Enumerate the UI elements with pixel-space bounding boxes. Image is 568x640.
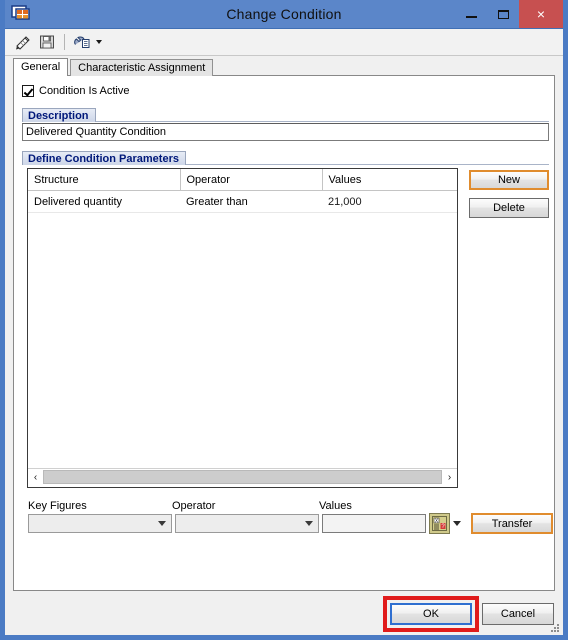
- tab-characteristic-assignment[interactable]: Characteristic Assignment: [70, 59, 214, 76]
- column-header-operator[interactable]: Operator: [180, 169, 323, 191]
- column-header-values[interactable]: Values: [322, 169, 457, 191]
- toolbar: [5, 29, 563, 56]
- chevron-down-icon: [453, 521, 461, 526]
- client-area: General Characteristic Assignment Condit…: [5, 28, 563, 635]
- description-group-rule: [22, 121, 549, 122]
- cell-structure: Delivered quantity: [28, 190, 180, 213]
- key-figures-dropdown[interactable]: [28, 514, 172, 533]
- tab-general[interactable]: General: [13, 58, 69, 76]
- close-button[interactable]: ×: [519, 0, 563, 28]
- scrollbar-thumb[interactable]: [43, 470, 442, 484]
- check-edit-button[interactable]: [11, 31, 35, 53]
- values-label: Values: [319, 500, 352, 512]
- save-icon: [40, 35, 54, 49]
- new-button[interactable]: New: [469, 170, 549, 190]
- table-header-row: Structure Operator Values: [28, 169, 457, 191]
- close-icon: ×: [536, 6, 546, 22]
- values-input[interactable]: [322, 514, 426, 533]
- operator-label: Operator: [172, 500, 216, 512]
- chevron-down-icon: [305, 521, 313, 526]
- scrollbar-track[interactable]: [43, 469, 442, 485]
- key-figures-label: Key Figures: [28, 500, 87, 512]
- minimize-button[interactable]: [455, 0, 487, 28]
- transfer-button[interactable]: Transfer: [471, 513, 553, 534]
- dialog-footer: OK Cancel: [5, 591, 563, 635]
- condition-is-active-label: Condition Is Active: [39, 85, 130, 97]
- tools-chevron-down-icon[interactable]: [96, 40, 102, 44]
- condition-is-active-checkbox[interactable]: [22, 85, 34, 97]
- condition-parameters-table[interactable]: Structure Operator Values Delivered quan…: [27, 168, 458, 488]
- chevron-down-icon: [158, 521, 166, 526]
- dialog-window: Change Condition × General Characteristi…: [0, 0, 568, 640]
- maximize-icon: [497, 9, 509, 19]
- delete-button[interactable]: Delete: [469, 198, 549, 218]
- ok-button[interactable]: OK: [390, 603, 472, 625]
- tab-page-general: Condition Is Active Description Define C…: [13, 75, 555, 591]
- parameters-group-title: Define Condition Parameters: [22, 151, 186, 165]
- condition-is-active-row[interactable]: Condition Is Active: [22, 85, 130, 97]
- save-button[interactable]: [35, 31, 59, 53]
- cell-operator: Greater than: [180, 190, 322, 213]
- column-header-structure[interactable]: Structure: [28, 169, 181, 191]
- value-help-button[interactable]: X ?: [429, 513, 450, 534]
- cell-values: 21,000: [322, 190, 457, 213]
- description-input[interactable]: [22, 123, 549, 141]
- scroll-left-arrow-icon[interactable]: ‹: [28, 469, 43, 485]
- operator-dropdown[interactable]: [175, 514, 319, 533]
- resize-grip[interactable]: [549, 622, 560, 633]
- description-group-title: Description: [22, 108, 96, 122]
- maximize-button[interactable]: [487, 0, 519, 28]
- scroll-right-arrow-icon[interactable]: ›: [442, 469, 457, 485]
- table-row[interactable]: Delivered quantity Greater than 21,000: [28, 190, 457, 213]
- value-help-icon: X ?: [432, 516, 447, 531]
- structure-icon: [10, 4, 32, 24]
- tools-dropdown-icon: [74, 36, 90, 48]
- tab-strip: General Characteristic Assignment: [5, 56, 563, 76]
- caption-button-group: ×: [455, 0, 563, 28]
- tools-dropdown-button[interactable]: [70, 31, 94, 53]
- table-horizontal-scrollbar[interactable]: ‹ ›: [28, 468, 457, 485]
- title-bar[interactable]: Change Condition ×: [5, 0, 563, 28]
- toolbar-separator: [64, 34, 65, 50]
- minimize-icon: [465, 16, 477, 18]
- check-edit-icon: [16, 36, 30, 50]
- value-help-dropdown-button[interactable]: [451, 513, 463, 534]
- cancel-button[interactable]: Cancel: [482, 603, 554, 625]
